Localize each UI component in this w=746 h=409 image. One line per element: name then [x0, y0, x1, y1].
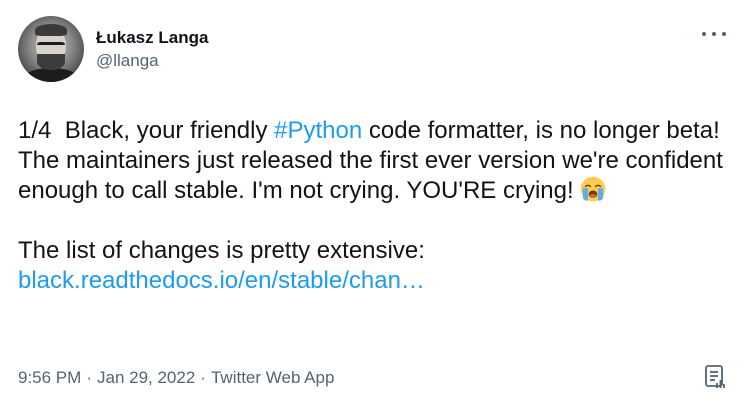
meta-separator: ·	[86, 368, 92, 387]
tweet-text-prefix: 1/4 Black, your friendly	[18, 117, 275, 144]
tweet-meta: 9:56 PM · Jan 29, 2022 · Twitter Web App	[18, 368, 334, 388]
author-names: Łukasz Langa @llanga	[96, 28, 208, 71]
meta-separator-2: ·	[200, 368, 206, 387]
tweet-date[interactable]: Jan 29, 2022	[97, 368, 195, 387]
avatar[interactable]	[18, 16, 84, 82]
loudly-crying-face-icon	[580, 176, 605, 202]
tweet-paragraph-2: The list of changes is pretty extensive:	[18, 237, 425, 264]
external-link[interactable]: black.readthedocs.io/en/stable/chan…	[18, 267, 425, 294]
more-dots-icon[interactable]	[702, 26, 726, 42]
author-handle[interactable]: @llanga	[96, 51, 208, 71]
tweet-time[interactable]: 9:56 PM	[18, 368, 81, 387]
tweet-text: 1/4 Black, your friendly #Python code fo…	[18, 116, 728, 296]
tweet-card: Łukasz Langa @llanga 1/4 Black, your fri…	[0, 0, 746, 409]
analytics-icon[interactable]	[704, 364, 726, 390]
author-display-name[interactable]: Łukasz Langa	[96, 28, 208, 48]
hashtag-link[interactable]: #Python	[274, 117, 362, 144]
tweet-source[interactable]: Twitter Web App	[211, 368, 334, 387]
tweet-header: Łukasz Langa @llanga	[18, 16, 728, 96]
